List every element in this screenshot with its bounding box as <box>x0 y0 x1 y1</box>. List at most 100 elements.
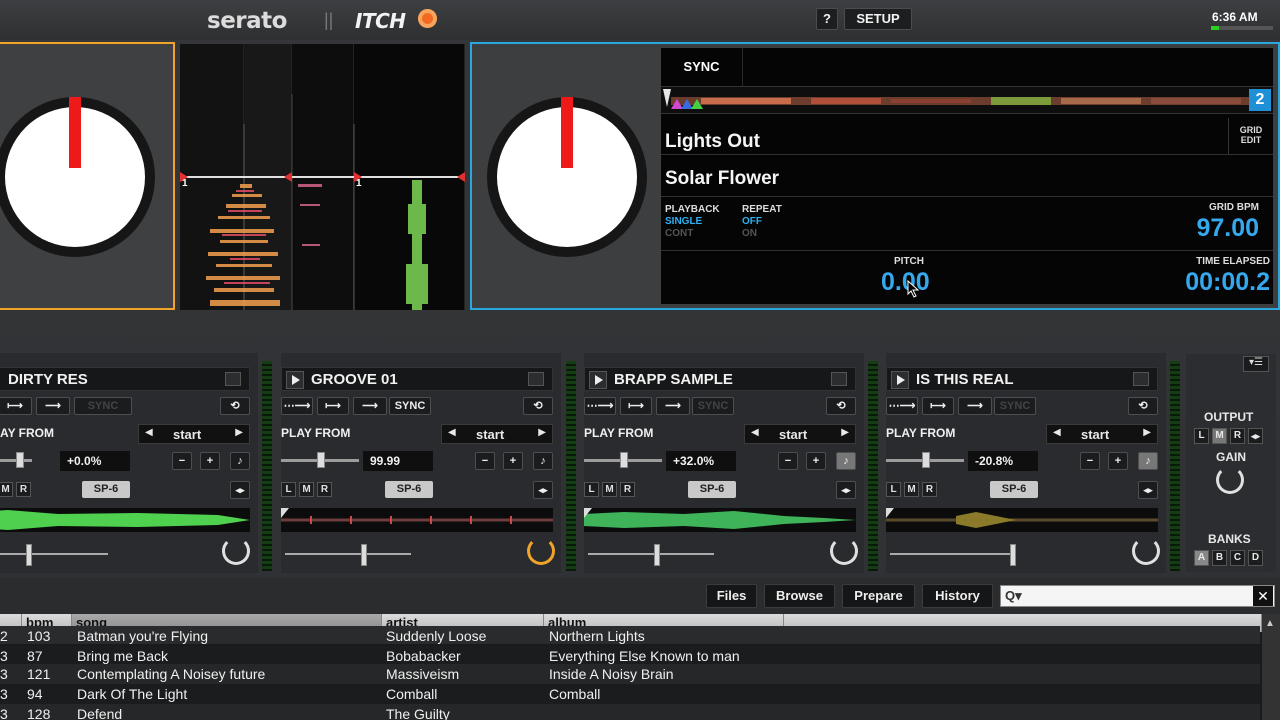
play-from-selector[interactable]: ◀ start ▶ <box>138 424 250 444</box>
loop-icon[interactable]: ⋯⟶ <box>584 397 616 415</box>
output-m-button[interactable]: M <box>904 482 919 497</box>
volume-slider-handle[interactable] <box>1010 544 1016 566</box>
chevron-left-icon[interactable]: ◀ <box>751 427 759 438</box>
minus-button[interactable]: − <box>778 452 798 470</box>
volume-slider-handle[interactable] <box>654 544 660 566</box>
search-icon[interactable]: Q▾ <box>1005 588 1022 604</box>
output-r-button[interactable]: R <box>317 482 332 497</box>
close-search-icon[interactable]: ✕ <box>1253 586 1273 606</box>
output-l-button[interactable]: L <box>1194 428 1209 444</box>
sample-slot-header[interactable]: IS THIS REAL <box>886 367 1158 391</box>
grid-edit-button[interactable]: GRID EDIT <box>1228 118 1273 154</box>
chevron-right-icon[interactable]: ▶ <box>841 427 849 438</box>
output-l-button[interactable]: L <box>584 482 599 497</box>
sp6-badge[interactable]: SP-6 <box>990 481 1038 498</box>
pitch-slider-handle[interactable] <box>16 452 24 468</box>
plus-button[interactable]: + <box>1108 452 1128 470</box>
volume-slider[interactable] <box>588 553 714 555</box>
repeat-icon[interactable]: ⟲ <box>220 397 250 415</box>
chevron-left-icon[interactable]: ◀ <box>145 427 153 438</box>
menu-icon[interactable]: ▾☰ <box>1243 356 1269 372</box>
repeat-off-option[interactable]: OFF <box>742 216 762 227</box>
bank-b-button[interactable]: B <box>1212 550 1227 566</box>
help-button[interactable]: ? <box>816 8 838 30</box>
sample-waveform[interactable] <box>584 508 856 532</box>
fx-icon[interactable]: ◂▸ <box>1248 428 1263 444</box>
loop-icon[interactable]: ⋯⟶ <box>281 397 313 415</box>
note-icon[interactable]: ♪ <box>1138 452 1158 470</box>
loop-icon[interactable]: ⋯⟶ <box>886 397 918 415</box>
sync-button[interactable]: SYNC <box>994 397 1036 415</box>
loop-in-icon[interactable]: ⟼ <box>620 397 652 415</box>
note-icon[interactable]: ♪ <box>836 452 856 470</box>
loop-in-icon[interactable]: ⟼ <box>0 397 32 415</box>
loop-in-icon[interactable]: ⟼ <box>317 397 349 415</box>
sample-slot-header[interactable]: DIRTY RES <box>0 367 250 391</box>
eject-icon[interactable] <box>831 372 847 386</box>
play-icon[interactable] <box>286 371 304 389</box>
volume-slider[interactable] <box>0 553 108 555</box>
search-input[interactable]: Q▾ <box>1000 585 1275 607</box>
note-icon[interactable]: ♪ <box>230 452 250 470</box>
gain-knob[interactable] <box>527 537 555 565</box>
repeat-icon[interactable]: ⟲ <box>523 397 553 415</box>
history-button[interactable]: History <box>922 584 993 608</box>
loop-out-icon[interactable]: ⟶ <box>353 397 387 415</box>
output-m-button[interactable]: M <box>299 482 314 497</box>
note-icon[interactable]: ♪ <box>533 452 553 470</box>
deck-1-platter[interactable] <box>0 97 155 257</box>
output-r-button[interactable]: R <box>16 482 31 497</box>
plus-button[interactable]: + <box>806 452 826 470</box>
playback-single-option[interactable]: SINGLE <box>665 216 702 227</box>
output-l-button[interactable]: L <box>886 482 901 497</box>
output-r-button[interactable]: R <box>1230 428 1245 444</box>
play-from-selector[interactable]: ◀ start ▶ <box>1046 424 1158 444</box>
output-m-button[interactable]: M <box>0 482 13 497</box>
files-button[interactable]: Files <box>706 584 757 608</box>
sample-slot-header[interactable]: GROOVE 01 <box>281 367 553 391</box>
eject-icon[interactable] <box>225 372 241 386</box>
sp6-badge[interactable]: SP-6 <box>82 481 130 498</box>
output-m-button[interactable]: M <box>602 482 617 497</box>
loop-out-icon[interactable]: ⟶ <box>36 397 70 415</box>
play-from-selector[interactable]: ◀ start ▶ <box>744 424 856 444</box>
repeat-on-option[interactable]: ON <box>742 228 757 239</box>
output-l-button[interactable]: L <box>281 482 296 497</box>
sample-slot-header[interactable]: BRAPP SAMPLE <box>584 367 856 391</box>
main-waveform-view[interactable]: 1 1 <box>180 44 465 310</box>
loop-out-icon[interactable]: ⟶ <box>656 397 690 415</box>
sync-button[interactable]: SYNC <box>74 397 132 415</box>
table-row[interactable]: 3 87 Bring me Back Bobabacker Everything… <box>0 644 1260 664</box>
deck-2-platter[interactable] <box>487 97 647 257</box>
pitch-slider-handle[interactable] <box>620 452 628 468</box>
table-row[interactable]: 3 94 Dark Of The Light Comball Comball <box>0 684 1260 704</box>
chevron-right-icon[interactable]: ▶ <box>1143 427 1151 438</box>
chevron-right-icon[interactable]: ▶ <box>538 427 546 438</box>
play-from-selector[interactable]: ◀ start ▶ <box>441 424 553 444</box>
repeat-icon[interactable]: ⟲ <box>1128 397 1158 415</box>
output-m-button[interactable]: M <box>1212 428 1227 444</box>
scroll-up-icon[interactable]: ▲ <box>1265 618 1275 629</box>
deck-2-sync-button[interactable]: SYNC <box>661 48 743 86</box>
playback-cont-option[interactable]: CONT <box>665 228 693 239</box>
master-gain-knob[interactable] <box>1216 466 1244 494</box>
gain-knob[interactable] <box>222 537 250 565</box>
eject-icon[interactable] <box>528 372 544 386</box>
browse-button[interactable]: Browse <box>764 584 835 608</box>
volume-slider-handle[interactable] <box>361 544 367 566</box>
play-icon[interactable] <box>589 371 607 389</box>
fx-icon[interactable]: ◂▸ <box>836 481 856 499</box>
prepare-button[interactable]: Prepare <box>842 584 915 608</box>
bank-a-button[interactable]: A <box>1194 550 1209 566</box>
table-scrollbar[interactable]: ▲ <box>1262 614 1280 720</box>
volume-slider[interactable] <box>890 553 1016 555</box>
loop-in-icon[interactable]: ⟼ <box>922 397 954 415</box>
chevron-left-icon[interactable]: ◀ <box>448 427 456 438</box>
output-r-button[interactable]: R <box>620 482 635 497</box>
pitch-slider-handle[interactable] <box>317 452 325 468</box>
fx-icon[interactable]: ◂▸ <box>1138 481 1158 499</box>
bank-d-button[interactable]: D <box>1248 550 1263 566</box>
sample-waveform[interactable] <box>0 508 250 532</box>
fx-icon[interactable]: ◂▸ <box>230 481 250 499</box>
plus-button[interactable]: + <box>503 452 523 470</box>
